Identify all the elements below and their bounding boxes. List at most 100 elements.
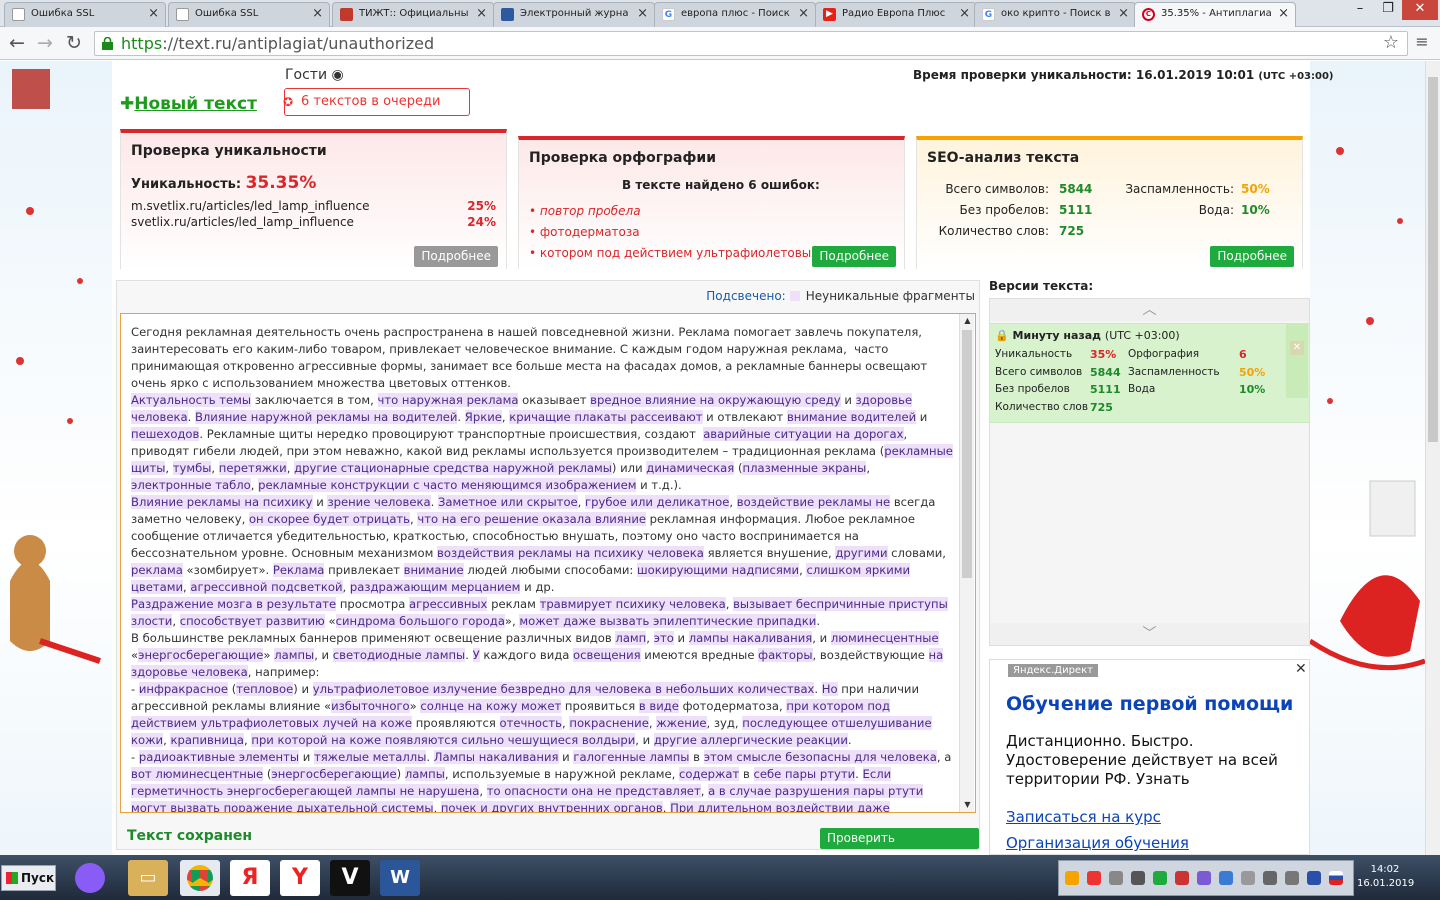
close-icon[interactable]: ✕ — [1295, 661, 1307, 677]
close-tab-icon[interactable]: × — [798, 3, 809, 25]
spelling-error[interactable]: • котором под действием ультрафиолетовых… — [529, 246, 821, 260]
christmas-decoration-icon — [10, 69, 101, 664]
forward-icon[interactable]: → — [34, 32, 56, 54]
tray-app-icon[interactable] — [1219, 871, 1233, 885]
windows-icon — [6, 872, 18, 884]
checked-text[interactable]: Сегодня рекламная деятельность очень рас… — [131, 324, 953, 812]
seo-value: 10% — [1241, 203, 1270, 217]
seo-panel: SEO-анализ текста Всего символов: 5844 Б… — [916, 136, 1303, 269]
alert-icon[interactable] — [1087, 871, 1101, 885]
google-icon: G — [982, 8, 995, 21]
source-link[interactable]: m.svetlix.ru/articles/led_lamp_influence — [131, 199, 369, 213]
browser-tab[interactable]: Gевропа плюс - Поиск × — [654, 2, 816, 27]
chevron-up-icon[interactable]: ︿ — [990, 299, 1309, 321]
battery-icon[interactable] — [1307, 871, 1321, 885]
url-input[interactable]: https://text.ru/antiplagiat/unauthorized — [94, 31, 1408, 56]
word-icon[interactable]: W — [380, 860, 420, 896]
close-tab-icon[interactable]: × — [476, 3, 487, 25]
bookmark-star-icon[interactable]: ☆ — [1380, 32, 1402, 53]
seo-more-button[interactable]: Подробнее — [1210, 246, 1294, 267]
spelling-panel: Проверка орфографии В тексте найдено 6 о… — [518, 136, 905, 269]
menu-icon[interactable]: ≡ — [1411, 32, 1433, 51]
taskbar: Пуск ▭ Я Y V W 14:02 16.01.2019 — [0, 855, 1440, 900]
browser-tab[interactable]: ▶ Радио Европа Плюс × — [815, 2, 977, 27]
tray-app-icon[interactable] — [1131, 871, 1145, 885]
spelling-more-button[interactable]: Подробнее — [812, 246, 896, 267]
highlight-legend: Подсвечено: Неуникальные фрагменты — [706, 289, 975, 303]
scroll-up-icon[interactable]: ▲ — [960, 314, 975, 328]
page-icon — [12, 8, 25, 21]
scroll-down-icon[interactable]: ▼ — [960, 798, 975, 812]
spelling-error[interactable]: • фотодерматоза — [529, 225, 640, 239]
seo-label: Заспамленность: — [1125, 182, 1234, 196]
google-icon: G — [662, 8, 675, 21]
text-editor[interactable]: Сегодня рекламная деятельность очень рас… — [120, 313, 976, 813]
spelling-error[interactable]: • повтор пробела — [529, 204, 641, 218]
page-icon — [176, 8, 189, 21]
ad-title[interactable]: Обучение первой помощи — [1006, 693, 1293, 715]
version-card[interactable]: 🔒 Минуту назад (UTC +03:00) Уникальность… — [990, 323, 1309, 423]
ad-link[interactable]: Записаться на курс — [1006, 808, 1161, 826]
ad-text: Дистанционно. Быстро. Удостоверение дейс… — [1006, 732, 1278, 788]
panel-title: Проверка уникальности — [131, 143, 327, 159]
browser-tab[interactable]: Ошибка SSL × — [4, 2, 166, 27]
close-tab-icon[interactable]: × — [312, 3, 323, 25]
browser-tab[interactable]: Ошибка SSL × — [168, 2, 330, 27]
restore-icon[interactable]: ❐ — [1374, 0, 1402, 20]
tray-app-icon[interactable] — [1175, 871, 1189, 885]
page-scrollbar-thumb[interactable] — [1428, 77, 1438, 442]
tray-app-icon[interactable] — [1197, 871, 1211, 885]
network-icon[interactable] — [1263, 871, 1277, 885]
source-percent: 25% — [467, 199, 496, 213]
tray-app-icon[interactable] — [1109, 871, 1123, 885]
page-content: Гости ◉ ✚Новый текст ✪ 6 текстов в очеред… — [0, 61, 1440, 855]
new-text-link[interactable]: ✚Новый текст — [120, 94, 257, 114]
spelling-summary: В тексте найдено 6 ошибок: — [622, 178, 820, 192]
yandex-browser-icon[interactable]: Y — [280, 860, 320, 896]
decorative-background — [1308, 61, 1426, 855]
text-scrollbar-thumb[interactable] — [962, 330, 972, 578]
text-scrollbar[interactable]: ▲ ▼ — [959, 314, 974, 812]
queue-status[interactable]: ✪ 6 текстов в очереди — [283, 88, 470, 116]
chrome-icon[interactable] — [180, 860, 220, 896]
close-window-icon[interactable]: ✕ — [1402, 0, 1438, 20]
browser-tab[interactable]: Gоко крипто - Поиск в × — [974, 2, 1136, 27]
browser-tab[interactable]: Электронный журна × — [493, 2, 655, 27]
close-icon: ✕ — [1290, 341, 1304, 355]
close-tab-icon[interactable]: × — [148, 3, 159, 25]
page-scrollbar[interactable] — [1425, 61, 1440, 855]
chevron-down-icon[interactable]: ﹀ — [990, 623, 1309, 645]
queue-icon: ✪ — [283, 95, 294, 109]
close-tab-icon[interactable]: × — [637, 3, 648, 25]
antivirus-icon[interactable] — [1153, 871, 1167, 885]
volume-icon[interactable] — [1285, 871, 1299, 885]
search-icon[interactable] — [1065, 871, 1079, 885]
ad-link[interactable]: Организация обучения — [1006, 834, 1189, 852]
yandex-icon[interactable]: Я — [230, 860, 270, 896]
close-tab-icon[interactable]: × — [1278, 3, 1289, 25]
check-uniqueness-button[interactable]: Проверить уникальность — [820, 828, 979, 855]
plus-icon: ✚ — [120, 94, 135, 114]
explorer-icon[interactable]: ▭ — [128, 860, 168, 896]
minimize-icon[interactable]: – — [1346, 0, 1374, 20]
vivaldi-icon[interactable]: V — [330, 860, 370, 896]
clock[interactable]: 14:02 16.01.2019 — [1357, 863, 1414, 891]
youtube-icon: ▶ — [823, 8, 836, 21]
user-icon: ◉ — [331, 67, 344, 83]
browser-tab-active[interactable]: C 35.35% - Антиплагиа × — [1134, 2, 1296, 27]
check-time: Время проверки уникальности: 16.01.2019 … — [913, 68, 1334, 82]
alice-icon[interactable] — [70, 860, 110, 896]
delete-version-button[interactable]: ✕ — [1286, 324, 1308, 398]
close-tab-icon[interactable]: × — [1118, 3, 1129, 25]
reload-icon[interactable]: ↻ — [63, 32, 85, 54]
ad-block[interactable]: Яндекс.Директ ✕ Обучение первой помощи Д… — [989, 659, 1310, 855]
uniqueness-more-button[interactable]: Подробнее — [414, 246, 498, 267]
guests-label[interactable]: Гости ◉ — [285, 67, 344, 83]
back-icon[interactable]: ← — [6, 32, 28, 54]
source-link[interactable]: svetlix.ru/articles/led_lamp_influence — [131, 215, 354, 229]
start-button[interactable]: Пуск — [1, 865, 56, 891]
language-flag-icon[interactable] — [1329, 871, 1343, 885]
close-tab-icon[interactable]: × — [959, 3, 970, 25]
tray-app-icon[interactable] — [1241, 871, 1255, 885]
browser-tab[interactable]: ТИЖТ:: Официальны × — [332, 2, 494, 27]
